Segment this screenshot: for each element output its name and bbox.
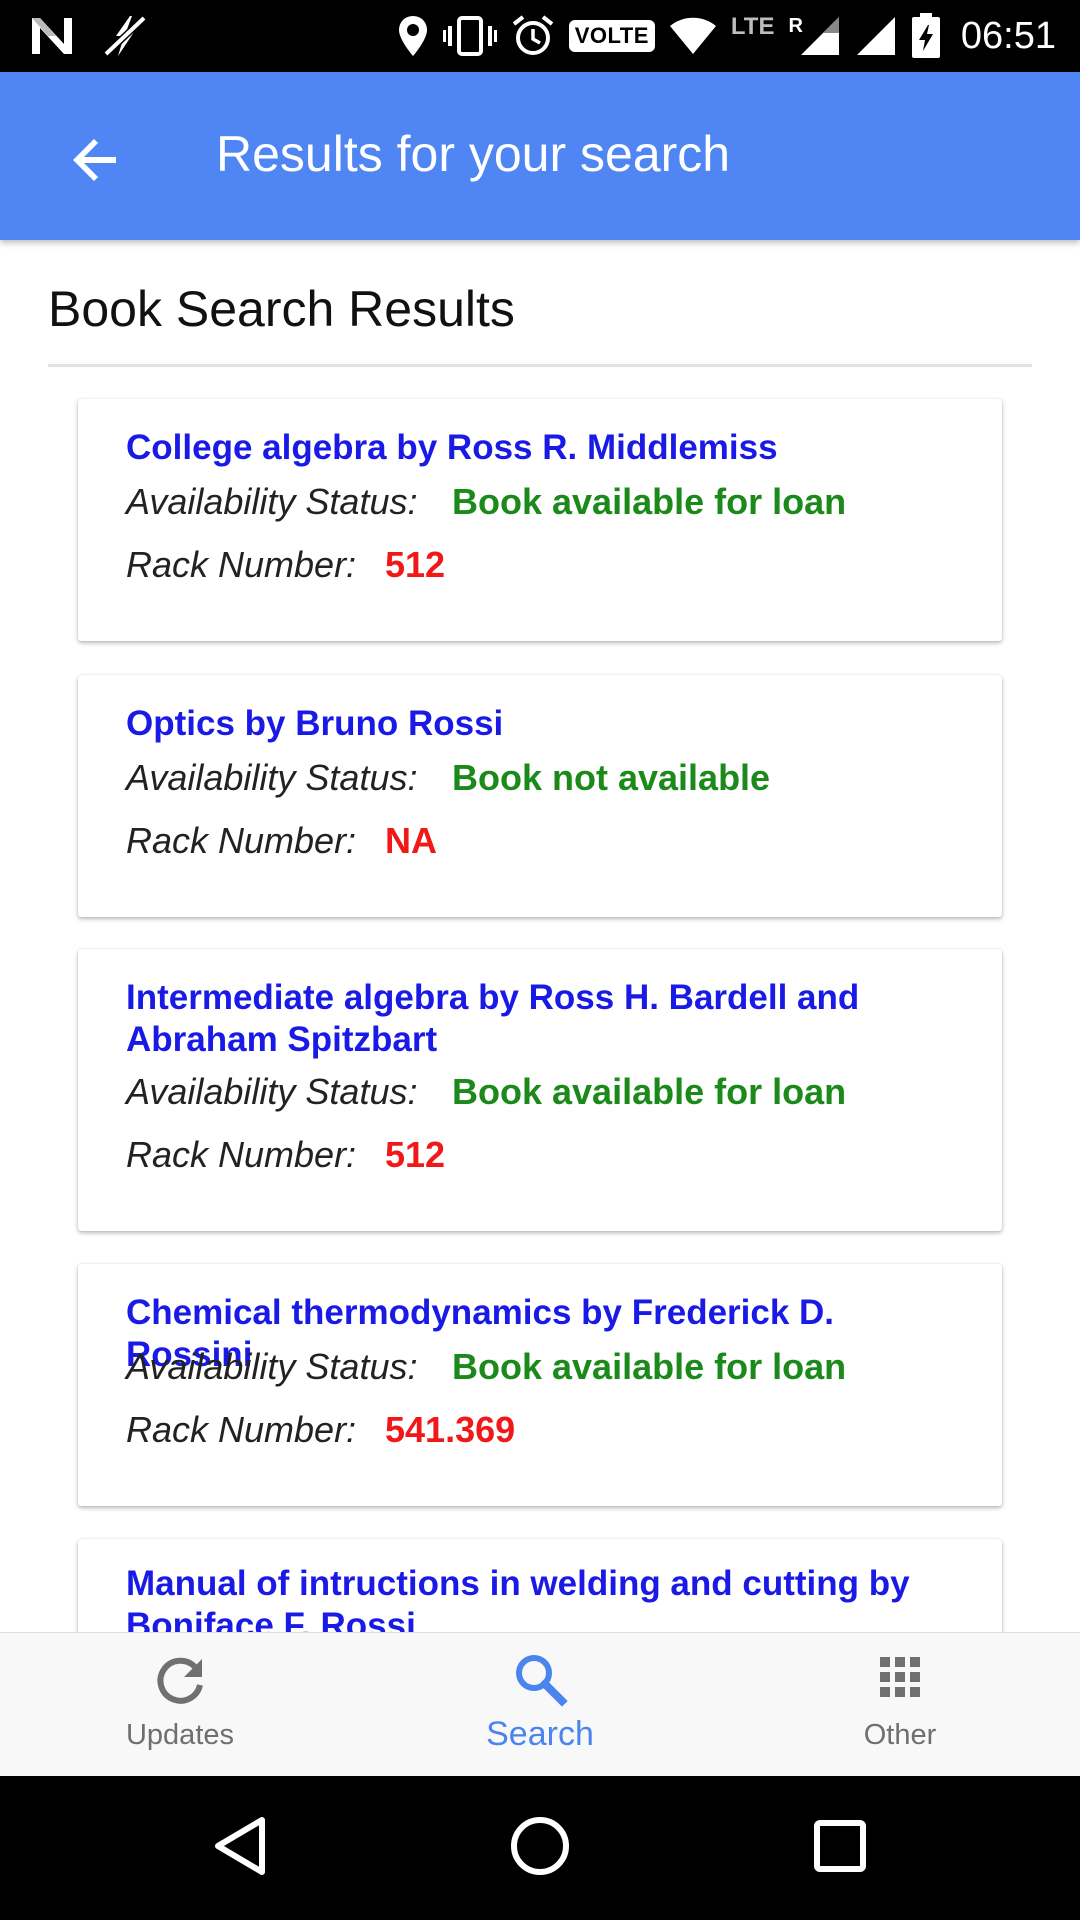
heading-divider	[48, 364, 1032, 367]
rack-label: Rack Number:	[126, 820, 357, 861]
arrow-back-icon	[72, 136, 120, 189]
signal-icon	[799, 15, 841, 57]
lte-label: LTE	[730, 13, 775, 40]
page-title: Book Search Results	[48, 281, 515, 337]
availability-label: Availability Status:	[126, 1346, 418, 1387]
results-content[interactable]: Book Search Results College algebra by R…	[0, 240, 1080, 1632]
result-card[interactable]: Intermediate algebra by Ross H. Bardell …	[78, 949, 1002, 1231]
availability-label: Availability Status:	[126, 1071, 418, 1112]
nav-item-other[interactable]: Other	[720, 1633, 1080, 1777]
alarm-icon	[511, 14, 555, 58]
search-icon	[512, 1651, 568, 1712]
bottom-navigation: Updates Search Other	[0, 1632, 1080, 1776]
book-title-link[interactable]: Optics by Bruno Rossi	[126, 703, 966, 745]
nav-label-other: Other	[863, 1719, 937, 1751]
app-bar-title: Results for your search	[216, 126, 731, 182]
no-flash-icon	[100, 14, 148, 58]
rack-label: Rack Number:	[126, 1134, 357, 1175]
book-title-link[interactable]: College algebra by Ross R. Middlemiss	[126, 427, 966, 469]
system-recents-button[interactable]	[780, 1812, 900, 1884]
rack-number: NA	[385, 820, 437, 861]
rack-number: 541.369	[385, 1409, 516, 1450]
availability-status: Book available for loan	[452, 1346, 847, 1387]
result-card[interactable]: Chemical thermodynamics by Frederick D. …	[78, 1264, 1002, 1506]
clock: 06:51	[960, 14, 1056, 57]
volte-badge: VOLTE	[568, 20, 655, 52]
system-home-button[interactable]	[480, 1812, 600, 1884]
back-button[interactable]	[56, 122, 136, 202]
triangle-back-icon	[212, 1816, 268, 1881]
rack-number: 512	[385, 1134, 446, 1175]
vibrate-icon	[442, 14, 497, 58]
book-title-link[interactable]: Intermediate algebra by Ross H. Bardell …	[126, 977, 966, 1061]
refresh-icon	[154, 1655, 206, 1712]
status-bar: VOLTE LTE R 06:51	[0, 0, 1080, 72]
circle-home-icon	[510, 1816, 570, 1881]
system-back-button[interactable]	[180, 1812, 300, 1884]
rack-label: Rack Number:	[126, 1409, 357, 1450]
rack-number: 512	[385, 544, 446, 585]
location-icon	[397, 14, 429, 58]
notification-n-icon	[30, 16, 74, 56]
nav-label-updates: Updates	[125, 1719, 234, 1751]
availability-status: Book available for loan	[452, 481, 847, 522]
availability-label: Availability Status:	[126, 757, 418, 798]
availability-status: Book available for loan	[452, 1071, 847, 1112]
result-card[interactable]: College algebra by Ross R. Middlemiss Av…	[78, 399, 1002, 641]
result-card[interactable]: Manual of intructions in welding and cut…	[78, 1539, 1002, 1632]
square-recents-icon	[813, 1819, 867, 1878]
nav-label-search: Search	[486, 1715, 594, 1753]
availability-label: Availability Status:	[126, 481, 418, 522]
signal-icon-2	[855, 15, 897, 57]
result-card[interactable]: Optics by Bruno Rossi Availability Statu…	[78, 675, 1002, 917]
nav-item-search[interactable]: Search	[360, 1633, 720, 1777]
battery-charging-icon	[911, 13, 941, 59]
app-bar: Results for your search	[0, 72, 1080, 240]
system-navigation-bar	[0, 1776, 1080, 1920]
apps-grid-icon	[878, 1655, 922, 1704]
rack-label: Rack Number:	[126, 544, 357, 585]
wifi-icon	[669, 16, 717, 56]
nav-item-updates[interactable]: Updates	[0, 1633, 360, 1777]
book-title-link[interactable]: Manual of intructions in welding and cut…	[126, 1563, 966, 1632]
availability-status: Book not available	[452, 757, 771, 798]
